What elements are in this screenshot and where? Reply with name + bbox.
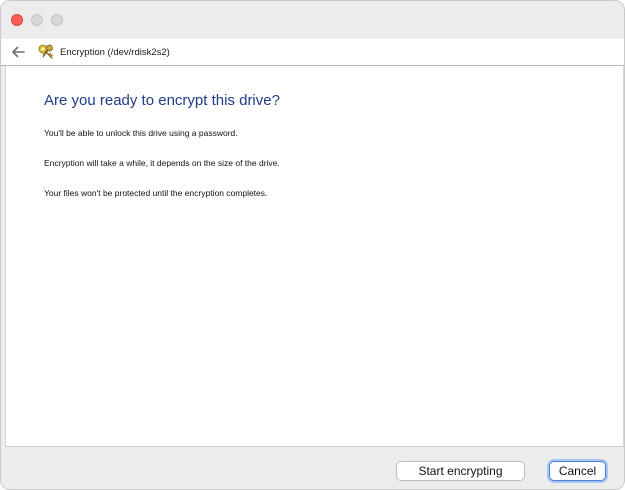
button-bar: Start encrypting Cancel xyxy=(1,448,624,489)
encryption-window: Encryption (/dev/rdisk2s2) Are you ready… xyxy=(0,0,625,490)
main-content: Are you ready to encrypt this drive? You… xyxy=(5,66,624,447)
minimize-window-button[interactable] xyxy=(31,14,43,26)
cancel-button[interactable]: Cancel xyxy=(549,461,606,481)
info-duration-text: Encryption will take a while, it depends… xyxy=(44,158,280,168)
navigation-bar: Encryption (/dev/rdisk2s2) xyxy=(1,39,624,66)
arrow-left-icon xyxy=(12,46,25,58)
page-heading: Are you ready to encrypt this drive? xyxy=(44,92,280,109)
start-encrypting-button[interactable]: Start encrypting xyxy=(396,461,525,481)
info-protection-text: Your files won't be protected until the … xyxy=(44,188,268,198)
back-button[interactable] xyxy=(9,43,27,61)
zoom-window-button[interactable] xyxy=(51,14,63,26)
info-unlock-text: You'll be able to unlock this drive usin… xyxy=(44,128,238,138)
close-window-button[interactable] xyxy=(11,14,23,26)
window-title: Encryption (/dev/rdisk2s2) xyxy=(60,47,170,58)
title-bar xyxy=(1,1,624,39)
keys-icon xyxy=(37,43,57,61)
